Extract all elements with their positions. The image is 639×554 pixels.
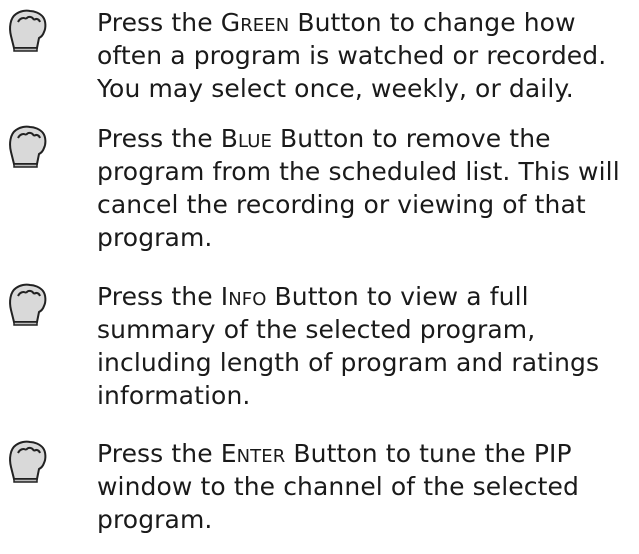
instruction-text: Press the Enter Button to tune the PIP w… xyxy=(97,437,637,536)
instruction-text: Press the Green Button to change how oft… xyxy=(97,6,637,105)
pointing-hand-icon xyxy=(9,283,47,326)
instruction-prefix: Press the xyxy=(97,439,221,468)
instruction-text: Press the Blue Button to remove the prog… xyxy=(97,122,637,254)
pointing-hand-icon xyxy=(9,125,47,168)
button-name-info: Info xyxy=(220,282,267,311)
instruction-prefix: Press the xyxy=(97,282,221,311)
pointing-hand-icon xyxy=(9,440,47,483)
instruction-prefix: Press the xyxy=(97,8,221,37)
button-name-blue: Blue xyxy=(220,124,272,153)
pointing-hand-icon xyxy=(9,9,47,52)
instruction-text: Press the Info Button to view a full sum… xyxy=(97,280,637,412)
button-name-green: Green xyxy=(220,8,290,37)
instruction-prefix: Press the xyxy=(97,124,221,153)
button-name-enter: Enter xyxy=(220,439,286,468)
instruction-page: Press the Green Button to change how oft… xyxy=(0,0,639,554)
